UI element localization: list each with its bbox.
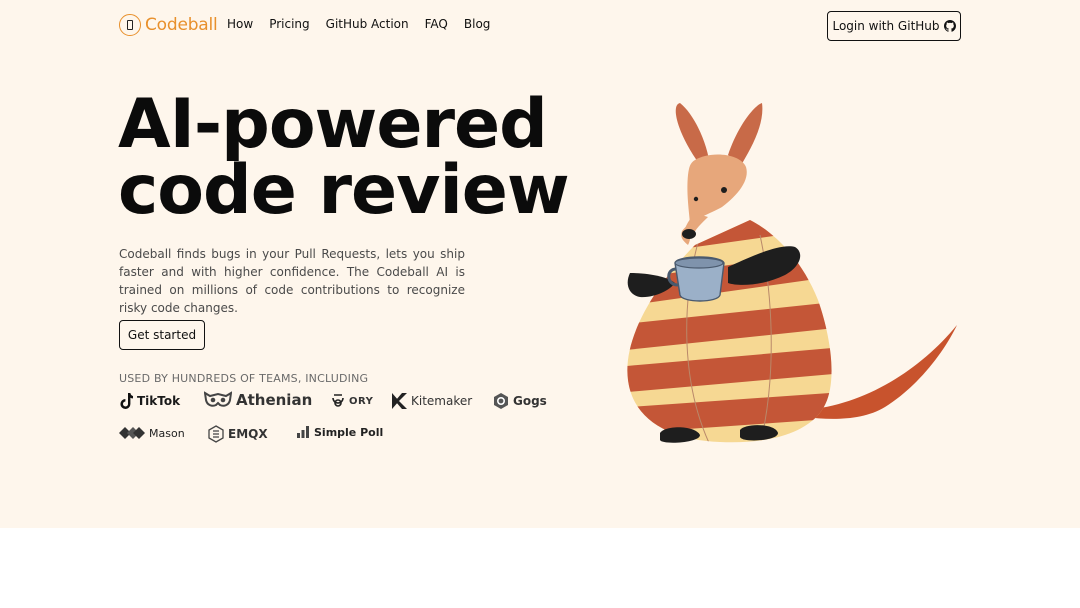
logo-gogs-text: Gogs: [513, 394, 547, 408]
gogs-icon: [494, 393, 508, 409]
tiktok-icon: [120, 393, 133, 409]
brand-logo-link[interactable]: Codeball: [119, 14, 218, 36]
login-button-label: Login with GitHub: [832, 19, 940, 33]
nav-link-how[interactable]: How: [227, 17, 253, 31]
headline-line-2: code review: [118, 151, 570, 230]
kitemaker-icon: [392, 393, 407, 409]
logo-mason-text: Mason: [149, 426, 185, 440]
brand-name: Codeball: [145, 15, 218, 35]
nav-link-github-action[interactable]: GitHub Action: [326, 17, 409, 31]
logo-tiktok: TikTok: [119, 393, 180, 409]
logo-tiktok-text: TikTok: [137, 394, 181, 408]
login-with-github-button[interactable]: Login with GitHub: [827, 11, 961, 41]
owl-icon: [204, 391, 232, 407]
nav-link-faq[interactable]: FAQ: [425, 17, 448, 31]
logo-emqx-text: EMQX: [228, 427, 268, 441]
codeball-logo-icon: [119, 14, 141, 36]
github-icon: [943, 20, 956, 32]
logo-simple-poll: Simple Poll: [296, 425, 383, 439]
simple-poll-icon: [297, 426, 309, 438]
logo-mason: Mason: [119, 426, 185, 440]
get-started-button[interactable]: Get started: [119, 320, 205, 350]
hero-headline: AI-powered code review: [118, 85, 588, 230]
logo-kitemaker: Kitemaker: [391, 392, 472, 410]
armadillo-mascot-illustration: [627, 103, 957, 443]
logo-athenian-text: Athenian: [236, 391, 313, 409]
ory-icon: [332, 394, 344, 407]
hero-description: Codeball finds bugs in your Pull Request…: [119, 247, 465, 315]
logo-ory-text: ORY: [349, 395, 374, 407]
emqx-icon: [208, 425, 224, 443]
nav-link-blog[interactable]: Blog: [464, 17, 491, 31]
top-nav: Codeball How Pricing GitHub Action FAQ B…: [0, 0, 1080, 52]
nav-link-pricing[interactable]: Pricing: [269, 17, 309, 31]
logo-kitemaker-text: Kitemaker: [411, 394, 473, 408]
logo-athenian: Athenian: [204, 391, 312, 409]
nav-links: How Pricing GitHub Action FAQ Blog: [227, 17, 506, 31]
headline-line-1: AI-powered: [118, 85, 548, 164]
logo-emqx: EMQX: [208, 425, 268, 443]
mason-icon: [119, 427, 145, 439]
logo-gogs: Gogs: [493, 392, 547, 410]
logo-simple-poll-text: Simple Poll: [314, 425, 384, 439]
used-by-label: USED BY HUNDREDS OF TEAMS, INCLUDING: [119, 372, 369, 385]
logo-ory: ORY: [331, 393, 373, 409]
